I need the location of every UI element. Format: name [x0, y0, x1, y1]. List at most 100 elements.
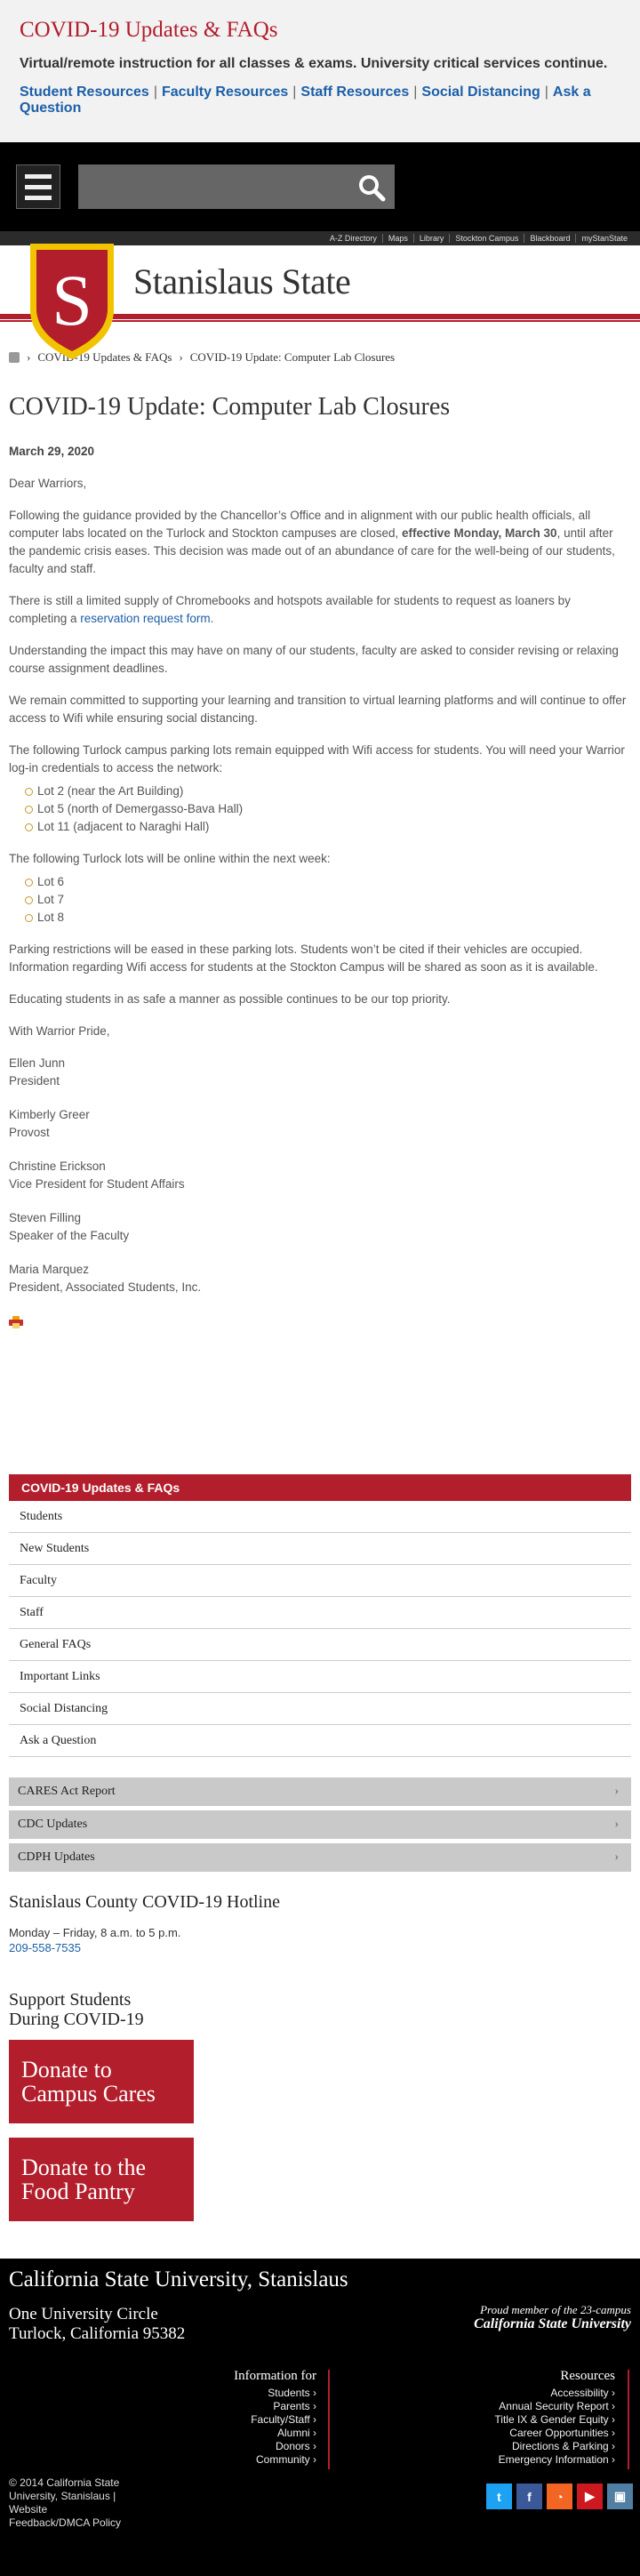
util-link-blackboard[interactable]: Blackboard [524, 234, 575, 243]
hamburger-menu-icon[interactable] [16, 165, 60, 209]
link-cdc-updates[interactable]: CDC Updates › [9, 1810, 631, 1839]
wifi-lots-list: Lot 2 (near the Art Building) Lot 5 (nor… [25, 782, 631, 836]
menu-item-general-faqs[interactable]: General FAQs [9, 1629, 631, 1661]
csu-membership[interactable]: Proud member of the 23-campus California … [474, 2303, 631, 2331]
article-date: March 29, 2020 [9, 445, 95, 458]
signature: Kimberly Greer Provost [9, 1108, 90, 1139]
covid-menu-heading[interactable]: COVID-19 Updates & FAQs [9, 1474, 631, 1501]
footer-link[interactable]: Parents › [234, 2400, 316, 2413]
menu-item-ask-question[interactable]: Ask a Question [9, 1725, 631, 1757]
paragraph-5: The following Turlock campus parking lot… [9, 743, 625, 774]
separator: | [413, 84, 418, 100]
util-link-stockton[interactable]: Stockton Campus [449, 234, 524, 243]
social-links: t f ◔ ▶ ▣ [486, 2484, 633, 2509]
menu-item-staff[interactable]: Staff [9, 1597, 631, 1629]
list-item: Lot 8 [25, 909, 631, 927]
footer-title: California State University, Stanislaus [9, 2267, 348, 2291]
paragraph-3: Understanding the impact this may have o… [9, 644, 619, 675]
facebook-icon[interactable]: f [516, 2484, 542, 2509]
signature: Steven Filling Speaker of the Faculty [9, 1211, 130, 1242]
covid-menu: COVID-19 Updates & FAQs Students New Stu… [9, 1474, 631, 1757]
rss-icon[interactable]: ◔ [547, 2484, 572, 2509]
hotline-hours: Monday – Friday, 8 a.m. to 5 p.m. [9, 1926, 181, 1939]
util-link-maps[interactable]: Maps [381, 234, 413, 243]
article: COVID-19 Update: Computer Lab Closures M… [9, 391, 631, 1334]
menu-item-important-links[interactable]: Important Links [9, 1661, 631, 1693]
list-item: Lot 2 (near the Art Building) [25, 782, 631, 800]
footer-info-for: Information for Students › Parents › Fac… [234, 2369, 316, 2467]
signature: Maria Marquez President, Associated Stude… [9, 1263, 202, 1294]
hotline-title: Stanislaus County COVID-19 Hotline [9, 1892, 280, 1912]
greeting: Dear Warriors, [9, 477, 87, 490]
separator: | [153, 84, 157, 100]
list-item: Lot 6 [25, 873, 631, 891]
instagram-icon[interactable]: ▣ [607, 2484, 633, 2509]
link-cdph-updates[interactable]: CDPH Updates › [9, 1843, 631, 1872]
shield-logo-icon[interactable]: S [27, 240, 117, 363]
dmca-policy-link[interactable]: Feedback/DMCA Policy [9, 2516, 121, 2530]
banner-link-staff-resources[interactable]: Staff Resources [300, 84, 409, 100]
footer-divider [328, 2370, 330, 2469]
util-link-library[interactable]: Library [412, 234, 450, 243]
paragraph-2: There is still a limited supply of Chrom… [9, 594, 571, 625]
footer-link[interactable]: Accessibility › [494, 2387, 615, 2400]
footer-link[interactable]: Title IX & Gender Equity › [494, 2413, 615, 2427]
donate-campus-cares-button[interactable]: Donate to Campus Cares [9, 2040, 194, 2123]
banner-link-student-resources[interactable]: Student Resources [20, 84, 149, 100]
link-cares-act[interactable]: CARES Act Report › [9, 1778, 631, 1806]
banner-subtitle: Virtual/remote instruction for all class… [20, 56, 608, 71]
site-logo-text[interactable]: Stanislaus State [133, 261, 351, 302]
footer-link[interactable]: Emergency Information › [494, 2453, 615, 2467]
signature: Christine Erickson Vice President for Stu… [9, 1160, 185, 1191]
chevron-right-icon: › [614, 1818, 619, 1831]
util-link-az-directory[interactable]: A-Z Directory [324, 234, 382, 243]
paragraph-1: Following the guidance provided by the C… [9, 509, 615, 575]
banner-title[interactable]: COVID-19 Updates & FAQs [20, 16, 620, 44]
youtube-icon[interactable]: ▶ [577, 2484, 603, 2509]
banner-link-faculty-resources[interactable]: Faculty Resources [162, 84, 288, 100]
menu-item-new-students[interactable]: New Students [9, 1533, 631, 1565]
footer-address: One University Circle Turlock, California… [9, 2305, 186, 2343]
banner-link-social-distancing[interactable]: Social Distancing [421, 84, 540, 100]
twitter-icon[interactable]: t [486, 2484, 512, 2509]
breadcrumb-item-current: COVID-19 Update: Computer Lab Closures [189, 350, 396, 364]
footer-link[interactable]: Donors › [234, 2440, 316, 2453]
logo-letter: S [52, 260, 92, 341]
footer-copyright: © 2014 California State University, Stan… [9, 2476, 122, 2530]
footer-link[interactable]: Directions & Parking › [494, 2440, 615, 2453]
hotline-phone-link[interactable]: 209-558-7535 [9, 1941, 81, 1954]
paragraph-6: The following Turlock lots will be onlin… [9, 852, 331, 865]
reservation-request-link[interactable]: reservation request form [80, 612, 210, 625]
chevron-right-icon: › [614, 1850, 619, 1864]
menu-item-faculty[interactable]: Faculty [9, 1565, 631, 1597]
donate-food-pantry-button[interactable]: Donate to the Food Pantry [9, 2138, 194, 2221]
covid-banner: COVID-19 Updates & FAQs Virtual/remote i… [0, 0, 640, 142]
search-input[interactable] [78, 165, 395, 209]
website-feedback-link[interactable]: Website [9, 2503, 121, 2516]
footer-link[interactable]: Community › [234, 2453, 316, 2467]
separator: | [292, 84, 297, 100]
footer-resources: Resources Accessibility › Annual Securit… [494, 2369, 615, 2467]
paragraph-4: We remain committed to supporting your l… [9, 694, 627, 725]
search-icon[interactable] [356, 172, 388, 204]
util-link-mystanstate[interactable]: myStanState [575, 234, 633, 243]
support-section: Support Students During COVID-19 [9, 1990, 144, 2029]
footer-link[interactable]: Faculty/Staff › [234, 2413, 316, 2427]
banner-links: Student Resources | Faculty Resources | Staf… [20, 84, 620, 116]
footer-link[interactable]: Career Opportunities › [494, 2427, 615, 2440]
footer-link[interactable]: Annual Security Report › [494, 2400, 615, 2413]
page-title: COVID-19 Update: Computer Lab Closures [9, 393, 451, 421]
printer-icon[interactable] [9, 1316, 23, 1328]
top-bar [0, 142, 640, 231]
footer-link[interactable]: Alumni › [234, 2427, 316, 2440]
paragraph-7: Parking restrictions will be eased in th… [9, 943, 598, 974]
menu-item-social-distancing[interactable]: Social Distancing [9, 1693, 631, 1725]
separator: | [544, 84, 548, 100]
site-footer: California State University, Stanislaus … [0, 2259, 640, 2576]
footer-link[interactable]: Students › [234, 2387, 316, 2400]
closing: With Warrior Pride, [9, 1024, 110, 1038]
menu-item-students[interactable]: Students [9, 1501, 631, 1533]
home-icon[interactable] [9, 352, 20, 363]
list-item: Lot 7 [25, 891, 631, 909]
list-item: Lot 11 (adjacent to Naraghi Hall) [25, 818, 631, 836]
